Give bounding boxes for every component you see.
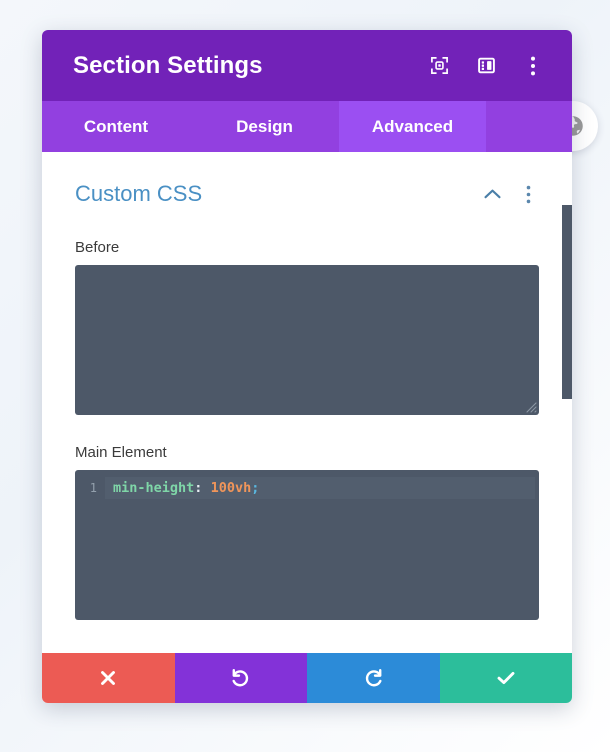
focus-button[interactable] [426, 53, 452, 79]
settings-body: Custom CSS Before Main Element 1 min-hei… [42, 152, 572, 653]
redo-icon [365, 668, 382, 686]
layout-toggle-button[interactable] [473, 53, 499, 79]
page-title: Section Settings [73, 51, 263, 79]
css-property-token: min-height [113, 480, 195, 496]
header-actions [426, 53, 546, 79]
resize-grip-icon[interactable] [523, 399, 537, 413]
panel-scrollbar-track[interactable] [562, 152, 572, 653]
section-title: Custom CSS [75, 181, 203, 206]
chevron-up-icon [483, 189, 501, 199]
tab-advanced[interactable]: Advanced [339, 101, 486, 152]
custom-css-section-header: Custom CSS [75, 152, 539, 210]
main-element-code-editor[interactable]: 1 min-height: 100vh; [75, 470, 539, 620]
css-value-token: 100vh [210, 480, 252, 496]
tab-bar-filler [486, 101, 572, 152]
settings-tab-bar: Content Design Advanced [42, 101, 572, 152]
header-more-button[interactable] [520, 53, 546, 79]
redo-button[interactable] [307, 653, 440, 703]
section-header-actions [481, 183, 539, 205]
section-collapse-button[interactable] [481, 183, 503, 205]
body-bottom-spacer [75, 620, 539, 653]
before-css-textarea[interactable] [75, 265, 539, 415]
tab-content[interactable]: Content [42, 101, 190, 152]
panel-footer [42, 653, 572, 703]
main-element-field-label: Main Element [75, 444, 167, 461]
focus-icon [430, 57, 448, 74]
css-colon-token: : [194, 480, 203, 496]
settings-body-inner: Custom CSS Before Main Element 1 min-hei… [42, 152, 572, 653]
check-icon [497, 671, 515, 685]
tab-design[interactable]: Design [190, 101, 339, 152]
close-icon [101, 671, 116, 685]
cancel-button[interactable] [42, 653, 175, 703]
section-settings-panel: Section Settings Content Design Advanced… [42, 30, 572, 703]
line-number: 1 [75, 477, 105, 499]
panel-scrollbar-thumb[interactable] [562, 205, 572, 399]
more-vertical-icon [531, 56, 535, 75]
section-more-button[interactable] [517, 183, 539, 205]
code-line[interactable]: 1 min-height: 100vh; [75, 477, 535, 499]
before-field-label: Before [75, 239, 120, 256]
undo-button[interactable] [174, 653, 307, 703]
layout-panel-icon [477, 57, 495, 74]
panel-header: Section Settings [42, 30, 572, 101]
css-semicolon-token: ; [251, 480, 260, 496]
code-text: min-height: 100vh; [105, 477, 259, 499]
undo-icon [232, 668, 249, 686]
save-button[interactable] [439, 653, 572, 703]
more-vertical-icon [526, 185, 530, 203]
